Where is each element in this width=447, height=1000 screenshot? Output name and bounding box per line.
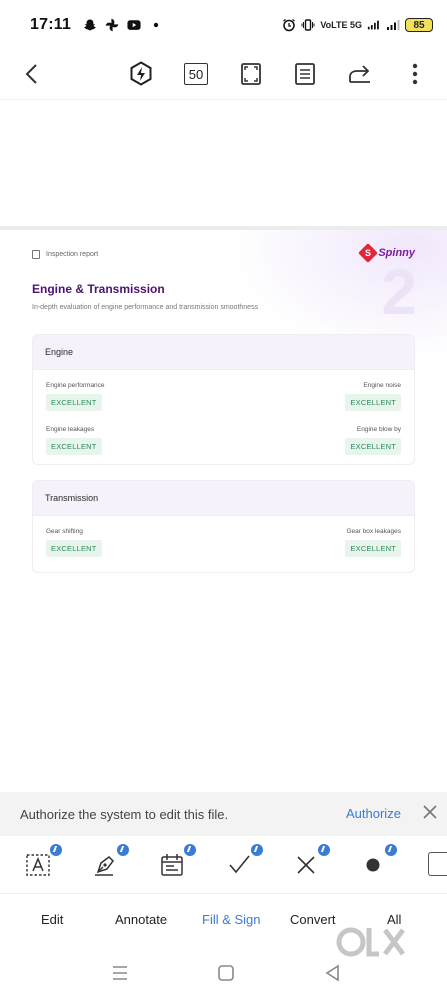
lightning-hexagon-icon <box>130 61 152 86</box>
system-back-button[interactable] <box>323 963 343 983</box>
section-number: 2 <box>381 256 417 328</box>
text-field-tool[interactable] <box>23 844 62 880</box>
premium-badge <box>117 844 129 856</box>
cross-icon <box>297 856 315 874</box>
status-time: 17:11 <box>30 16 72 33</box>
filled-dot-icon <box>366 858 380 872</box>
tab-annotate[interactable]: Annotate <box>115 912 167 927</box>
inspection-item: Engine performance EXCELLENT <box>46 382 105 411</box>
tab-fill-sign[interactable]: Fill & Sign <box>202 912 261 927</box>
more-vertical-icon <box>412 63 418 85</box>
status-badge: EXCELLENT <box>46 394 102 411</box>
battery-indicator: 85 <box>405 18 433 32</box>
system-icons: VoLTE 5G 85 <box>282 18 433 32</box>
back-button[interactable] <box>14 56 50 92</box>
signature-tool[interactable] <box>90 844 129 880</box>
inspection-item: Engine leakages EXCELLENT <box>46 426 102 455</box>
signal-icon <box>367 18 381 32</box>
checkmark-icon <box>229 855 250 874</box>
dot-tool[interactable] <box>358 844 397 880</box>
network-label: VoLTE 5G <box>320 19 362 30</box>
back-triangle-icon <box>325 964 339 982</box>
vibrate-icon <box>301 18 315 32</box>
status-badge: EXCELLENT <box>345 438 401 455</box>
more-tools-partial[interactable] <box>428 852 447 876</box>
close-icon <box>423 805 437 819</box>
item-label: Engine noise <box>363 382 401 389</box>
item-label: Gear box leakages <box>346 528 401 535</box>
premium-badge <box>318 844 330 856</box>
section-title: Engine & Transmission <box>32 282 165 296</box>
report-header: Inspection report <box>32 250 98 259</box>
home-button[interactable] <box>216 963 236 983</box>
fullscreen-icon <box>241 63 261 85</box>
recent-apps-button[interactable] <box>110 963 130 983</box>
fill-sign-toolbar <box>0 836 447 894</box>
text-box-icon <box>26 854 50 876</box>
checkmark-tool[interactable] <box>224 844 263 880</box>
status-bar: 17:11 VoLTE 5G 85 <box>0 0 447 50</box>
card-heading: Transmission <box>33 481 414 516</box>
status-badge: EXCELLENT <box>46 438 102 455</box>
notification-icons <box>83 18 163 32</box>
status-badge: EXCELLENT <box>345 540 401 557</box>
dot-icon <box>149 18 163 32</box>
section-subtitle: In-depth evaluation of engine performanc… <box>32 304 259 311</box>
share-arrow-icon <box>349 65 370 83</box>
previous-page-area <box>0 100 447 226</box>
report-label: Inspection report <box>46 251 99 258</box>
premium-badge <box>50 844 62 856</box>
youtube-icon <box>127 18 141 32</box>
premium-badge <box>385 844 397 856</box>
alarm-icon <box>282 18 296 32</box>
document-view-icon <box>295 63 315 85</box>
snapchat-icon <box>83 18 97 32</box>
inspection-item: Engine noise EXCELLENT <box>345 382 401 411</box>
document-icon <box>32 250 40 259</box>
reader-mode-button[interactable] <box>287 56 323 92</box>
inspection-item: Gear box leakages EXCELLENT <box>345 528 401 557</box>
tab-convert[interactable]: Convert <box>290 912 336 927</box>
pen-nib-icon <box>95 856 114 876</box>
inspection-item: Gear shifting EXCELLENT <box>46 528 102 557</box>
app-toolbar: 50 <box>0 50 447 100</box>
item-label: Engine performance <box>46 382 105 389</box>
status-badge: EXCELLENT <box>46 540 102 557</box>
item-label: Engine leakages <box>46 426 95 433</box>
brand-mark: S <box>358 243 379 263</box>
signal-icon-2 <box>386 18 400 32</box>
menu-lines-icon <box>113 966 127 980</box>
more-options-button[interactable] <box>397 56 433 92</box>
fullscreen-button[interactable] <box>233 56 269 92</box>
share-button[interactable] <box>342 56 378 92</box>
page-number: 50 <box>184 63 208 85</box>
inspection-item: Engine blow by EXCELLENT <box>345 426 401 455</box>
date-tool[interactable] <box>157 844 196 880</box>
authorize-banner: Authorize the system to edit this file. … <box>0 792 447 836</box>
document-page: Inspection report S Spinny 2 Engine & Tr… <box>0 230 447 790</box>
cross-tool[interactable] <box>291 844 330 880</box>
back-arrow-icon <box>25 64 37 84</box>
page-number-button[interactable]: 50 <box>178 56 214 92</box>
item-label: Gear shifting <box>46 528 83 535</box>
item-label: Engine blow by <box>356 426 401 433</box>
flash-button[interactable] <box>123 56 159 92</box>
calendar-icon <box>161 854 183 876</box>
transmission-card: Transmission Gear shifting EXCELLENT Gea… <box>32 480 415 573</box>
tab-edit[interactable]: Edit <box>41 912 63 927</box>
home-square-icon <box>218 965 234 981</box>
engine-card: Engine Engine performance EXCELLENT Engi… <box>32 334 415 465</box>
status-badge: EXCELLENT <box>345 394 401 411</box>
authorize-button[interactable]: Authorize <box>346 806 401 821</box>
pinwheel-icon <box>105 18 119 32</box>
authorize-message: Authorize the system to edit this file. <box>20 806 229 822</box>
system-nav-bar <box>0 946 447 1000</box>
premium-badge <box>184 844 196 856</box>
premium-badge <box>251 844 263 856</box>
card-heading: Engine <box>33 335 414 370</box>
close-banner-button[interactable] <box>420 802 440 822</box>
